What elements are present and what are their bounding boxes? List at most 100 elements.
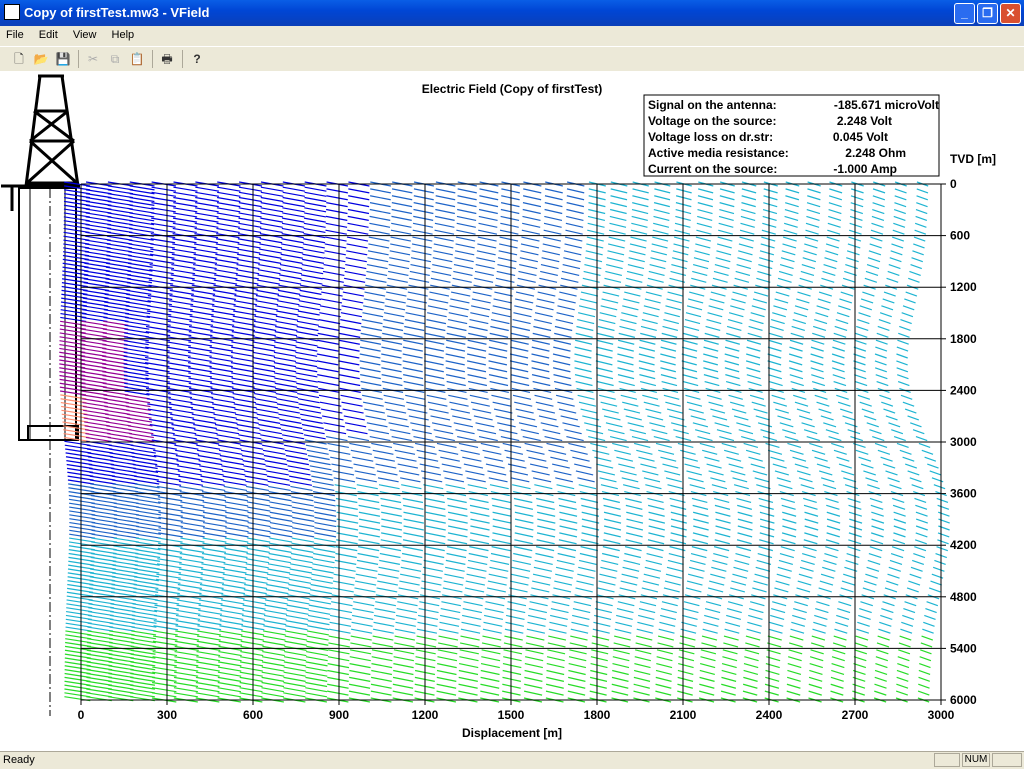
field-vector bbox=[871, 511, 884, 517]
minimize-button[interactable]: _ bbox=[954, 3, 975, 24]
open-icon[interactable]: 📂 bbox=[32, 50, 50, 68]
field-vector bbox=[693, 525, 709, 531]
field-vector bbox=[131, 614, 157, 621]
field-vector bbox=[130, 448, 156, 454]
field-vector bbox=[803, 497, 817, 504]
field-vector bbox=[558, 546, 577, 552]
field-vector bbox=[127, 266, 153, 272]
field-vector bbox=[446, 552, 467, 559]
field-vector bbox=[791, 621, 806, 627]
field-vector bbox=[512, 559, 531, 565]
field-vector bbox=[129, 204, 155, 210]
field-vector bbox=[898, 649, 911, 655]
field-vector bbox=[200, 480, 225, 486]
field-vector bbox=[424, 346, 445, 352]
menu-file[interactable]: File bbox=[0, 26, 30, 41]
field-vector bbox=[775, 291, 790, 297]
app-icon[interactable] bbox=[4, 4, 20, 20]
status-text: Ready bbox=[3, 754, 35, 766]
help-icon[interactable]: ? bbox=[188, 50, 206, 68]
field-vector bbox=[355, 580, 377, 586]
field-vector bbox=[868, 250, 882, 256]
field-vector bbox=[673, 429, 689, 435]
field-vector bbox=[551, 601, 570, 607]
field-vector bbox=[627, 263, 645, 270]
menu-help[interactable]: Help bbox=[106, 26, 141, 41]
field-vector bbox=[416, 642, 437, 648]
field-vector bbox=[831, 442, 845, 449]
field-vector bbox=[108, 649, 135, 655]
field-vector bbox=[425, 525, 446, 531]
copy-icon[interactable]: ⧉ bbox=[106, 50, 124, 68]
field-vector bbox=[567, 690, 586, 696]
field-vector bbox=[197, 454, 222, 461]
field-vector bbox=[706, 394, 722, 400]
field-vector bbox=[231, 346, 255, 352]
menu-view[interactable]: View bbox=[67, 26, 103, 41]
field-vector bbox=[358, 525, 381, 531]
field-vector bbox=[402, 360, 423, 366]
field-vector bbox=[667, 559, 684, 565]
print-icon[interactable]: 🖶 bbox=[158, 50, 176, 68]
field-vector bbox=[856, 628, 870, 634]
field-vector bbox=[787, 442, 802, 449]
field-vector bbox=[157, 496, 183, 502]
field-vector bbox=[934, 559, 946, 565]
field-vector bbox=[113, 518, 140, 524]
field-vector bbox=[359, 367, 381, 373]
field-vector bbox=[540, 422, 559, 428]
field-vector bbox=[385, 408, 407, 414]
field-vector bbox=[369, 195, 391, 201]
field-vector bbox=[583, 270, 601, 277]
menu-edit[interactable]: Edit bbox=[33, 26, 64, 41]
field-vector bbox=[832, 642, 847, 648]
paste-icon[interactable]: 📋 bbox=[128, 50, 146, 68]
field-vector bbox=[666, 298, 683, 304]
field-vector bbox=[562, 263, 581, 270]
field-vector bbox=[894, 195, 907, 201]
field-vector bbox=[359, 346, 381, 352]
field-vector bbox=[194, 238, 218, 244]
field-vector bbox=[107, 432, 133, 439]
field-vector bbox=[319, 401, 342, 407]
field-vector bbox=[443, 580, 464, 586]
field-vector bbox=[413, 208, 434, 215]
field-vector bbox=[468, 332, 488, 338]
field-vector bbox=[702, 628, 718, 634]
field-vector bbox=[255, 305, 278, 311]
plot-canvas[interactable]: 0 300 600 900 1200 1500 1800 2100 2400 2700 3000 0 6… bbox=[0, 71, 1024, 751]
field-vector bbox=[214, 269, 238, 275]
field-vector bbox=[157, 552, 183, 559]
field-vector bbox=[572, 614, 590, 621]
field-vector bbox=[89, 576, 116, 582]
field-vector bbox=[213, 413, 237, 419]
field-vector bbox=[626, 511, 643, 517]
field-vector bbox=[695, 243, 711, 249]
field-vector bbox=[732, 291, 747, 297]
restore-button[interactable]: ❐ bbox=[977, 3, 998, 24]
field-vector bbox=[870, 229, 884, 235]
cut-icon[interactable]: ✂ bbox=[84, 50, 102, 68]
field-vector bbox=[908, 580, 921, 586]
field-vector bbox=[191, 413, 216, 419]
field-vector bbox=[356, 484, 378, 490]
field-vector bbox=[445, 360, 465, 366]
field-vector bbox=[151, 217, 176, 223]
field-vector bbox=[110, 610, 136, 617]
field-vector bbox=[152, 656, 177, 662]
field-vector bbox=[553, 470, 572, 476]
field-vector bbox=[391, 202, 413, 208]
new-icon[interactable]: 🗋 bbox=[10, 50, 28, 68]
field-vector bbox=[731, 408, 747, 414]
field-vector bbox=[474, 270, 494, 277]
field-vector bbox=[749, 319, 764, 325]
field-vector bbox=[452, 415, 472, 421]
save-icon[interactable]: 💾 bbox=[54, 50, 72, 68]
field-vector bbox=[313, 552, 336, 559]
electric-field-plot[interactable]: 0 300 600 900 1200 1500 1800 2100 2400 2700 300006… bbox=[0, 71, 1024, 751]
field-vector bbox=[616, 607, 634, 614]
info-value-signal: -185.671 microVolt bbox=[834, 98, 939, 112]
field-vector bbox=[580, 497, 599, 504]
field-vector bbox=[716, 243, 732, 249]
close-button[interactable]: ✕ bbox=[1000, 3, 1021, 24]
